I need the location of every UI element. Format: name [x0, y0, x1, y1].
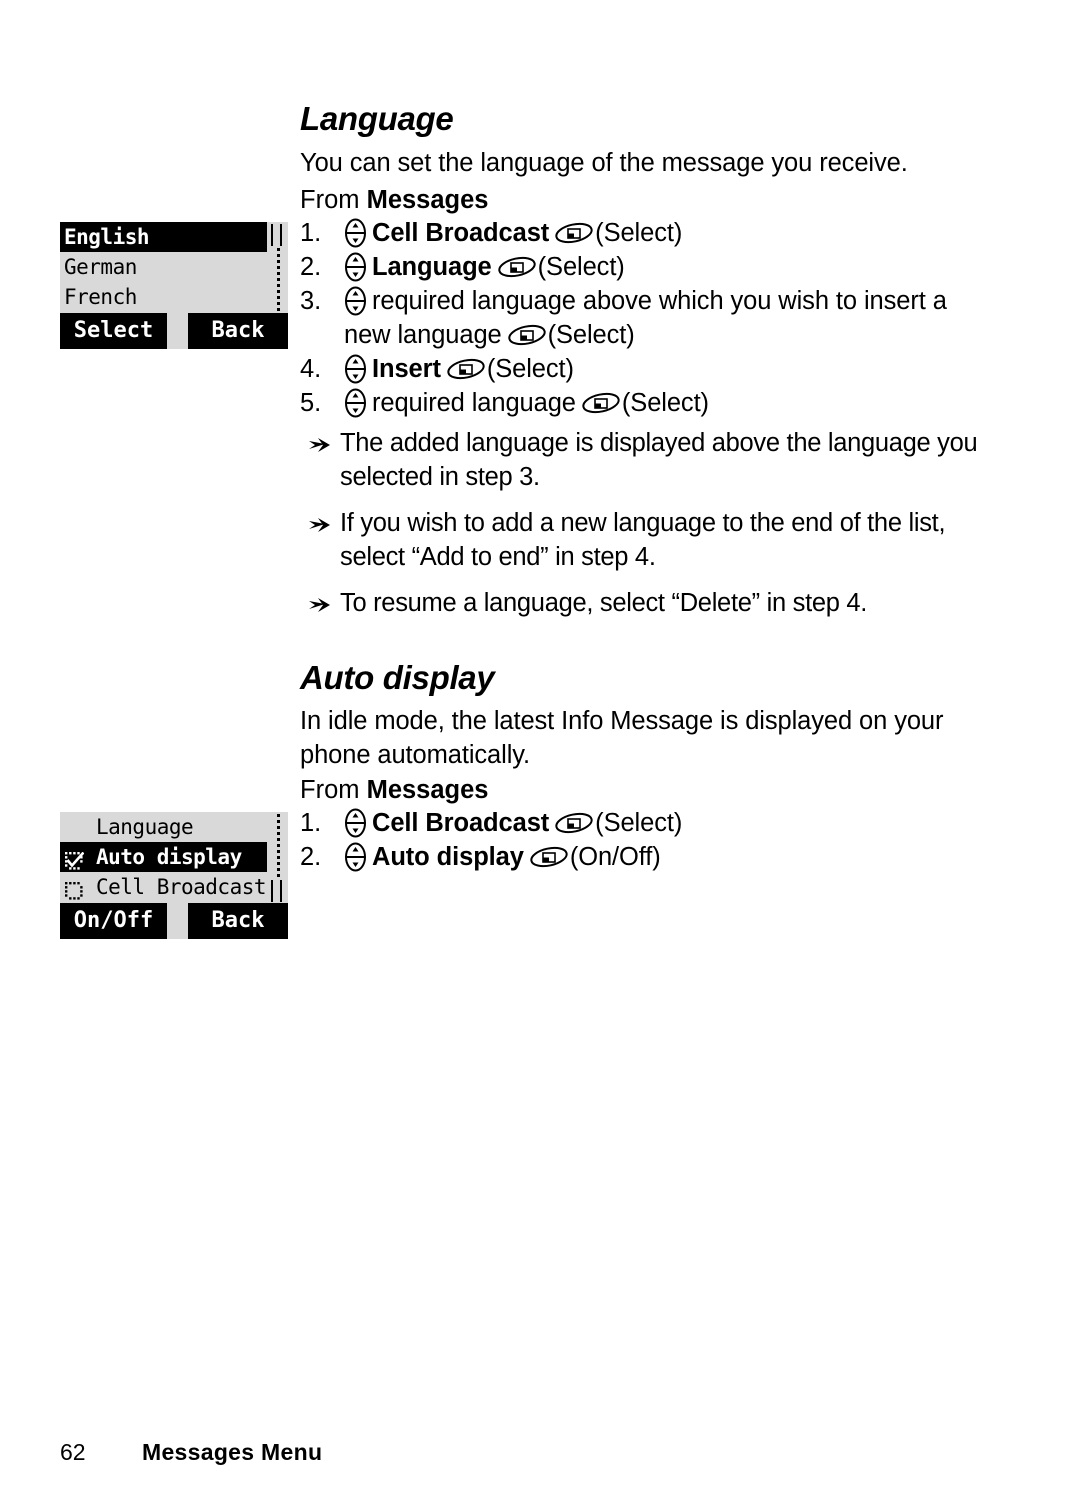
phone-screen-language-list: English German French Select Back	[60, 222, 288, 349]
lcd-item-label: Auto display	[96, 845, 242, 869]
step-number: 2.	[300, 253, 322, 281]
lcd-scrollbar-thumb[interactable]	[271, 880, 282, 902]
step-item: 5. required language (Select)	[300, 386, 1000, 420]
from-prefix: From	[300, 776, 367, 804]
step-label: required language above which you wish t…	[344, 287, 947, 349]
step-item: 2. Auto display (On/Off)	[300, 840, 1000, 874]
lcd-softkey-left[interactable]: On/Off	[60, 903, 167, 939]
step-item: 3. required language above which you wis…	[300, 284, 1000, 352]
step-number: 4.	[300, 355, 322, 383]
step-label: Language	[372, 253, 492, 281]
lcd-softkey-left[interactable]: Select	[60, 313, 167, 349]
note-list-language: The added language is displayed above th…	[308, 426, 998, 632]
lcd-softkey-right[interactable]: Back	[188, 313, 288, 349]
lcd-list-item[interactable]: German	[60, 252, 267, 282]
from-menu-line-autodisplay: From Messages	[300, 773, 489, 807]
nav-key-icon	[344, 842, 367, 872]
lcd-item-label: Cell Broadcast	[96, 875, 267, 899]
step-item: 4. Insert (Select)	[300, 352, 1000, 386]
step-number: 2.	[300, 843, 322, 871]
lcd-item-label: Language	[96, 815, 194, 839]
lcd-list-item-selected[interactable]: English	[60, 222, 267, 252]
soft-key-icon	[554, 220, 594, 244]
nav-key-icon	[344, 388, 367, 418]
step-action: (Select)	[547, 321, 635, 349]
note-item: To resume a language, select “Delete” in…	[308, 586, 998, 620]
step-label: Insert	[372, 355, 441, 383]
lcd-list-item[interactable]: French	[60, 282, 267, 312]
step-number: 1.	[300, 219, 322, 247]
checkbox-checked-icon[interactable]	[65, 848, 85, 870]
footer-section-title: Messages Menu	[142, 1439, 323, 1465]
note-text: The added language is displayed above th…	[340, 429, 978, 491]
note-text: If you wish to add a new language to the…	[340, 509, 946, 571]
lcd-item-label: English	[64, 225, 150, 249]
soft-key-icon	[529, 844, 569, 868]
step-action: (Select)	[595, 219, 683, 247]
nav-key-icon	[344, 354, 367, 384]
lcd-menu-list: English German French	[60, 222, 267, 313]
soft-key-icon	[581, 390, 621, 414]
lcd-list-item[interactable]: Cell Broadcast	[60, 872, 267, 902]
soft-key-icon	[507, 322, 547, 346]
from-menu-name: Messages	[366, 186, 489, 214]
step-label: Auto display	[372, 843, 524, 871]
step-action: (Select)	[621, 389, 709, 417]
step-action: (Select)	[486, 355, 574, 383]
note-item: The added language is displayed above th…	[308, 426, 998, 494]
step-action: (Select)	[595, 809, 683, 837]
page-title-language: Language	[300, 100, 454, 137]
step-item: 1. Cell Broadcast (Select)	[300, 806, 1000, 840]
soft-key-icon	[497, 254, 537, 278]
lcd-softkey-right[interactable]: Back	[188, 903, 288, 939]
lcd-list-item-selected[interactable]: Auto display	[60, 842, 267, 872]
nav-key-icon	[344, 252, 367, 282]
nav-key-icon	[344, 808, 367, 838]
footer-page-number: 62	[60, 1439, 86, 1465]
intro-paragraph-autodisplay: In idle mode, the latest Info Message is…	[300, 707, 944, 769]
nav-key-icon	[344, 218, 367, 248]
note-text: To resume a language, select “Delete” in…	[340, 589, 868, 617]
intro-paragraph-language: You can set the language of the message …	[300, 149, 908, 177]
step-action: (Select)	[537, 253, 625, 281]
from-prefix: From	[300, 186, 367, 214]
step-number: 3.	[300, 287, 322, 315]
arrow-bullet-icon	[308, 511, 332, 533]
step-list-language: 1. Cell Broadcast (Select) 2. Language (…	[300, 216, 1000, 420]
arrow-bullet-icon	[308, 431, 332, 453]
lcd-list-item[interactable]: Language	[60, 812, 267, 842]
manual-page: Language You can set the language of the…	[0, 0, 1080, 1500]
step-label: Cell Broadcast	[372, 219, 550, 247]
soft-key-icon	[554, 810, 594, 834]
step-list-autodisplay: 1. Cell Broadcast (Select) 2. Auto displ…	[300, 806, 1000, 874]
step-item: 2. Language (Select)	[300, 250, 1000, 284]
nav-key-icon	[344, 286, 367, 316]
arrow-bullet-icon	[308, 591, 332, 613]
lcd-menu-list: Language Auto display Cell Broadcast	[60, 812, 267, 903]
lcd-scrollbar-thumb[interactable]	[271, 224, 282, 246]
from-menu-line-language: From Messages	[300, 183, 489, 217]
step-number: 5.	[300, 389, 322, 417]
step-label: required language	[372, 389, 576, 417]
checkbox-unchecked-icon[interactable]	[65, 878, 84, 900]
phone-screen-cell-broadcast-options: Language Auto display Cell Broadcast On/…	[60, 812, 288, 939]
lcd-item-label: German	[64, 255, 137, 279]
step-number: 1.	[300, 809, 322, 837]
soft-key-icon	[446, 356, 486, 380]
lcd-softkey-bar: Select Back	[60, 313, 288, 349]
step-action: (On/Off)	[569, 843, 661, 871]
step-item: 1. Cell Broadcast (Select)	[300, 216, 1000, 250]
step-label: Cell Broadcast	[372, 809, 550, 837]
note-item: If you wish to add a new language to the…	[308, 506, 998, 574]
page-title-autodisplay: Auto display	[300, 659, 495, 696]
lcd-softkey-bar: On/Off Back	[60, 903, 288, 939]
from-menu-name: Messages	[366, 776, 489, 804]
lcd-item-label: French	[64, 285, 137, 309]
